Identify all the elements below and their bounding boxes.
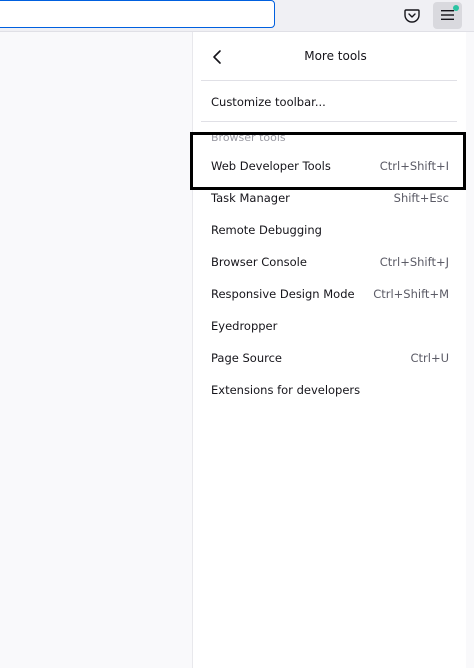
panel-header: More tools (193, 32, 466, 80)
customize-toolbar-label: Customize toolbar... (211, 95, 326, 109)
highlight-annotation-box (190, 132, 466, 190)
menu-item-page-source[interactable]: Page Source Ctrl+U (201, 344, 457, 372)
panel-title: More tools (304, 49, 367, 63)
menu-item-browser-console[interactable]: Browser Console Ctrl+Shift+J (201, 248, 457, 276)
menu-item-eyedropper[interactable]: Eyedropper (201, 312, 457, 340)
menu-item-label: Extensions for developers (211, 383, 361, 397)
menu-item-remote-debugging[interactable]: Remote Debugging (201, 216, 457, 244)
browser-toolbar (0, 0, 474, 32)
separator (201, 80, 457, 81)
more-tools-panel: More tools Customize toolbar... Browser … (192, 32, 466, 668)
menu-item-extensions-for-developers[interactable]: Extensions for developers (201, 376, 457, 404)
menu-item-label: Browser Console (211, 255, 307, 269)
pocket-icon[interactable] (403, 6, 421, 24)
menu-item-shortcut: Ctrl+Shift+M (373, 287, 449, 301)
menu-item-label: Task Manager (211, 191, 290, 205)
menu-item-shortcut: Shift+Esc (393, 191, 449, 205)
menu-item-label: Page Source (211, 351, 282, 365)
menu-item-label: Responsive Design Mode (211, 287, 355, 301)
separator (201, 121, 457, 122)
menu-item-responsive-design-mode[interactable]: Responsive Design Mode Ctrl+Shift+M (201, 280, 457, 308)
hamburger-menu-icon (441, 10, 454, 20)
update-badge (453, 5, 459, 11)
menu-item-label: Remote Debugging (211, 223, 322, 237)
menu-item-shortcut: Ctrl+Shift+J (379, 255, 449, 269)
menu-item-label: Eyedropper (211, 319, 278, 333)
hamburger-menu-button[interactable] (433, 2, 462, 29)
customize-toolbar-item[interactable]: Customize toolbar... (201, 88, 457, 116)
menu-item-shortcut: Ctrl+U (410, 351, 449, 365)
url-bar[interactable] (0, 0, 275, 28)
page-content (0, 32, 192, 668)
